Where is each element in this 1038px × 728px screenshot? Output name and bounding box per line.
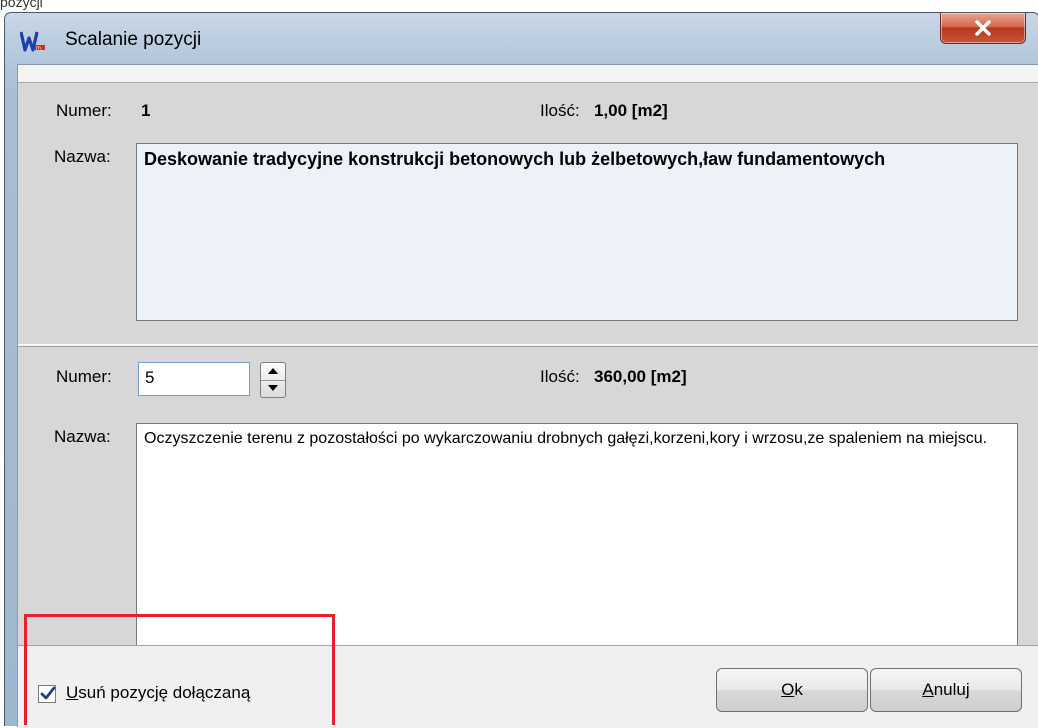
ok-button[interactable]: Ok [716,668,868,712]
nazwa-readonly-field: Deskowanie tradycyjne konstrukcji betono… [136,143,1018,321]
ok-mnemonic: O [781,680,795,699]
ilosc-label-1: Ilość: [540,101,580,120]
target-position-panel: Numer: 1 Ilość: 1,00 [m2] Nazwa: Deskowa… [18,83,1038,345]
numer-label-2: Numer: [56,367,112,386]
close-icon [975,20,991,36]
highlight-annotation-box [24,614,335,725]
ilosc-value-1: 1,00 [m2] [594,101,668,120]
spin-up-button[interactable] [261,363,285,381]
cancel-text: nuluj [933,680,970,699]
cancel-button[interactable]: Anuluj [870,668,1022,712]
ilosc-label-2: Ilość: [540,367,580,386]
ok-text: k [794,680,803,699]
nazwa-label-2: Nazwa: [54,427,111,446]
numer-input[interactable]: 5 [138,362,250,396]
title-bar[interactable]: m Scalanie pozycji [5,13,1038,65]
svg-text:m: m [36,46,41,52]
numer-value-1: 1 [141,101,151,120]
spin-down-icon [268,385,278,391]
window-title: Scalanie pozycji [65,29,202,50]
nazwa-label-1: Nazwa: [54,147,111,166]
cancel-mnemonic: A [922,680,934,699]
app-logo-icon: m [19,30,46,52]
background-text-fragment: pozycji [0,0,43,10]
spin-down-button[interactable] [261,380,285,397]
numer-spinner[interactable] [260,362,286,398]
numer-label-1: Numer: [56,101,112,120]
merged-position-panel: Numer: 5 Ilość: 360,00 [m2] Nazwa: Oczys… [18,346,1038,647]
spin-up-icon [268,368,278,374]
ilosc-value-2: 360,00 [m2] [594,367,687,386]
close-button[interactable] [940,13,1026,44]
top-strip [18,65,1038,83]
